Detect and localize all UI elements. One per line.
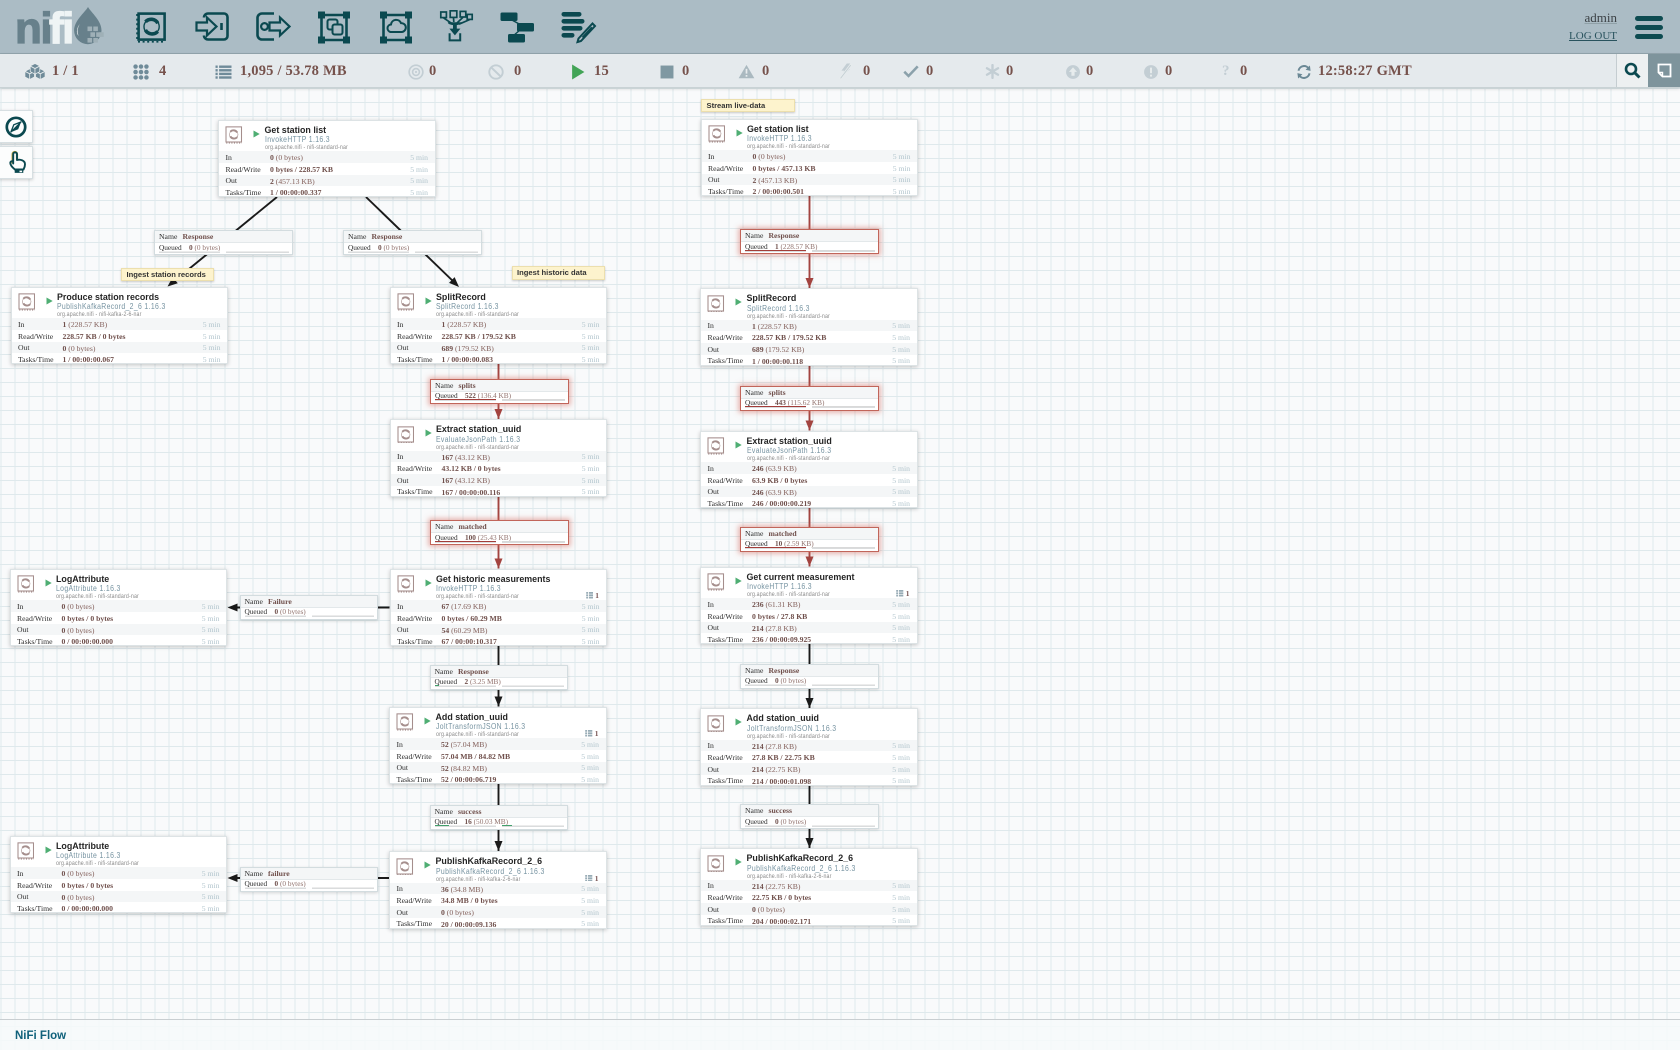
svg-text:fi: fi xyxy=(49,4,73,53)
svg-text:ni: ni xyxy=(16,4,51,53)
